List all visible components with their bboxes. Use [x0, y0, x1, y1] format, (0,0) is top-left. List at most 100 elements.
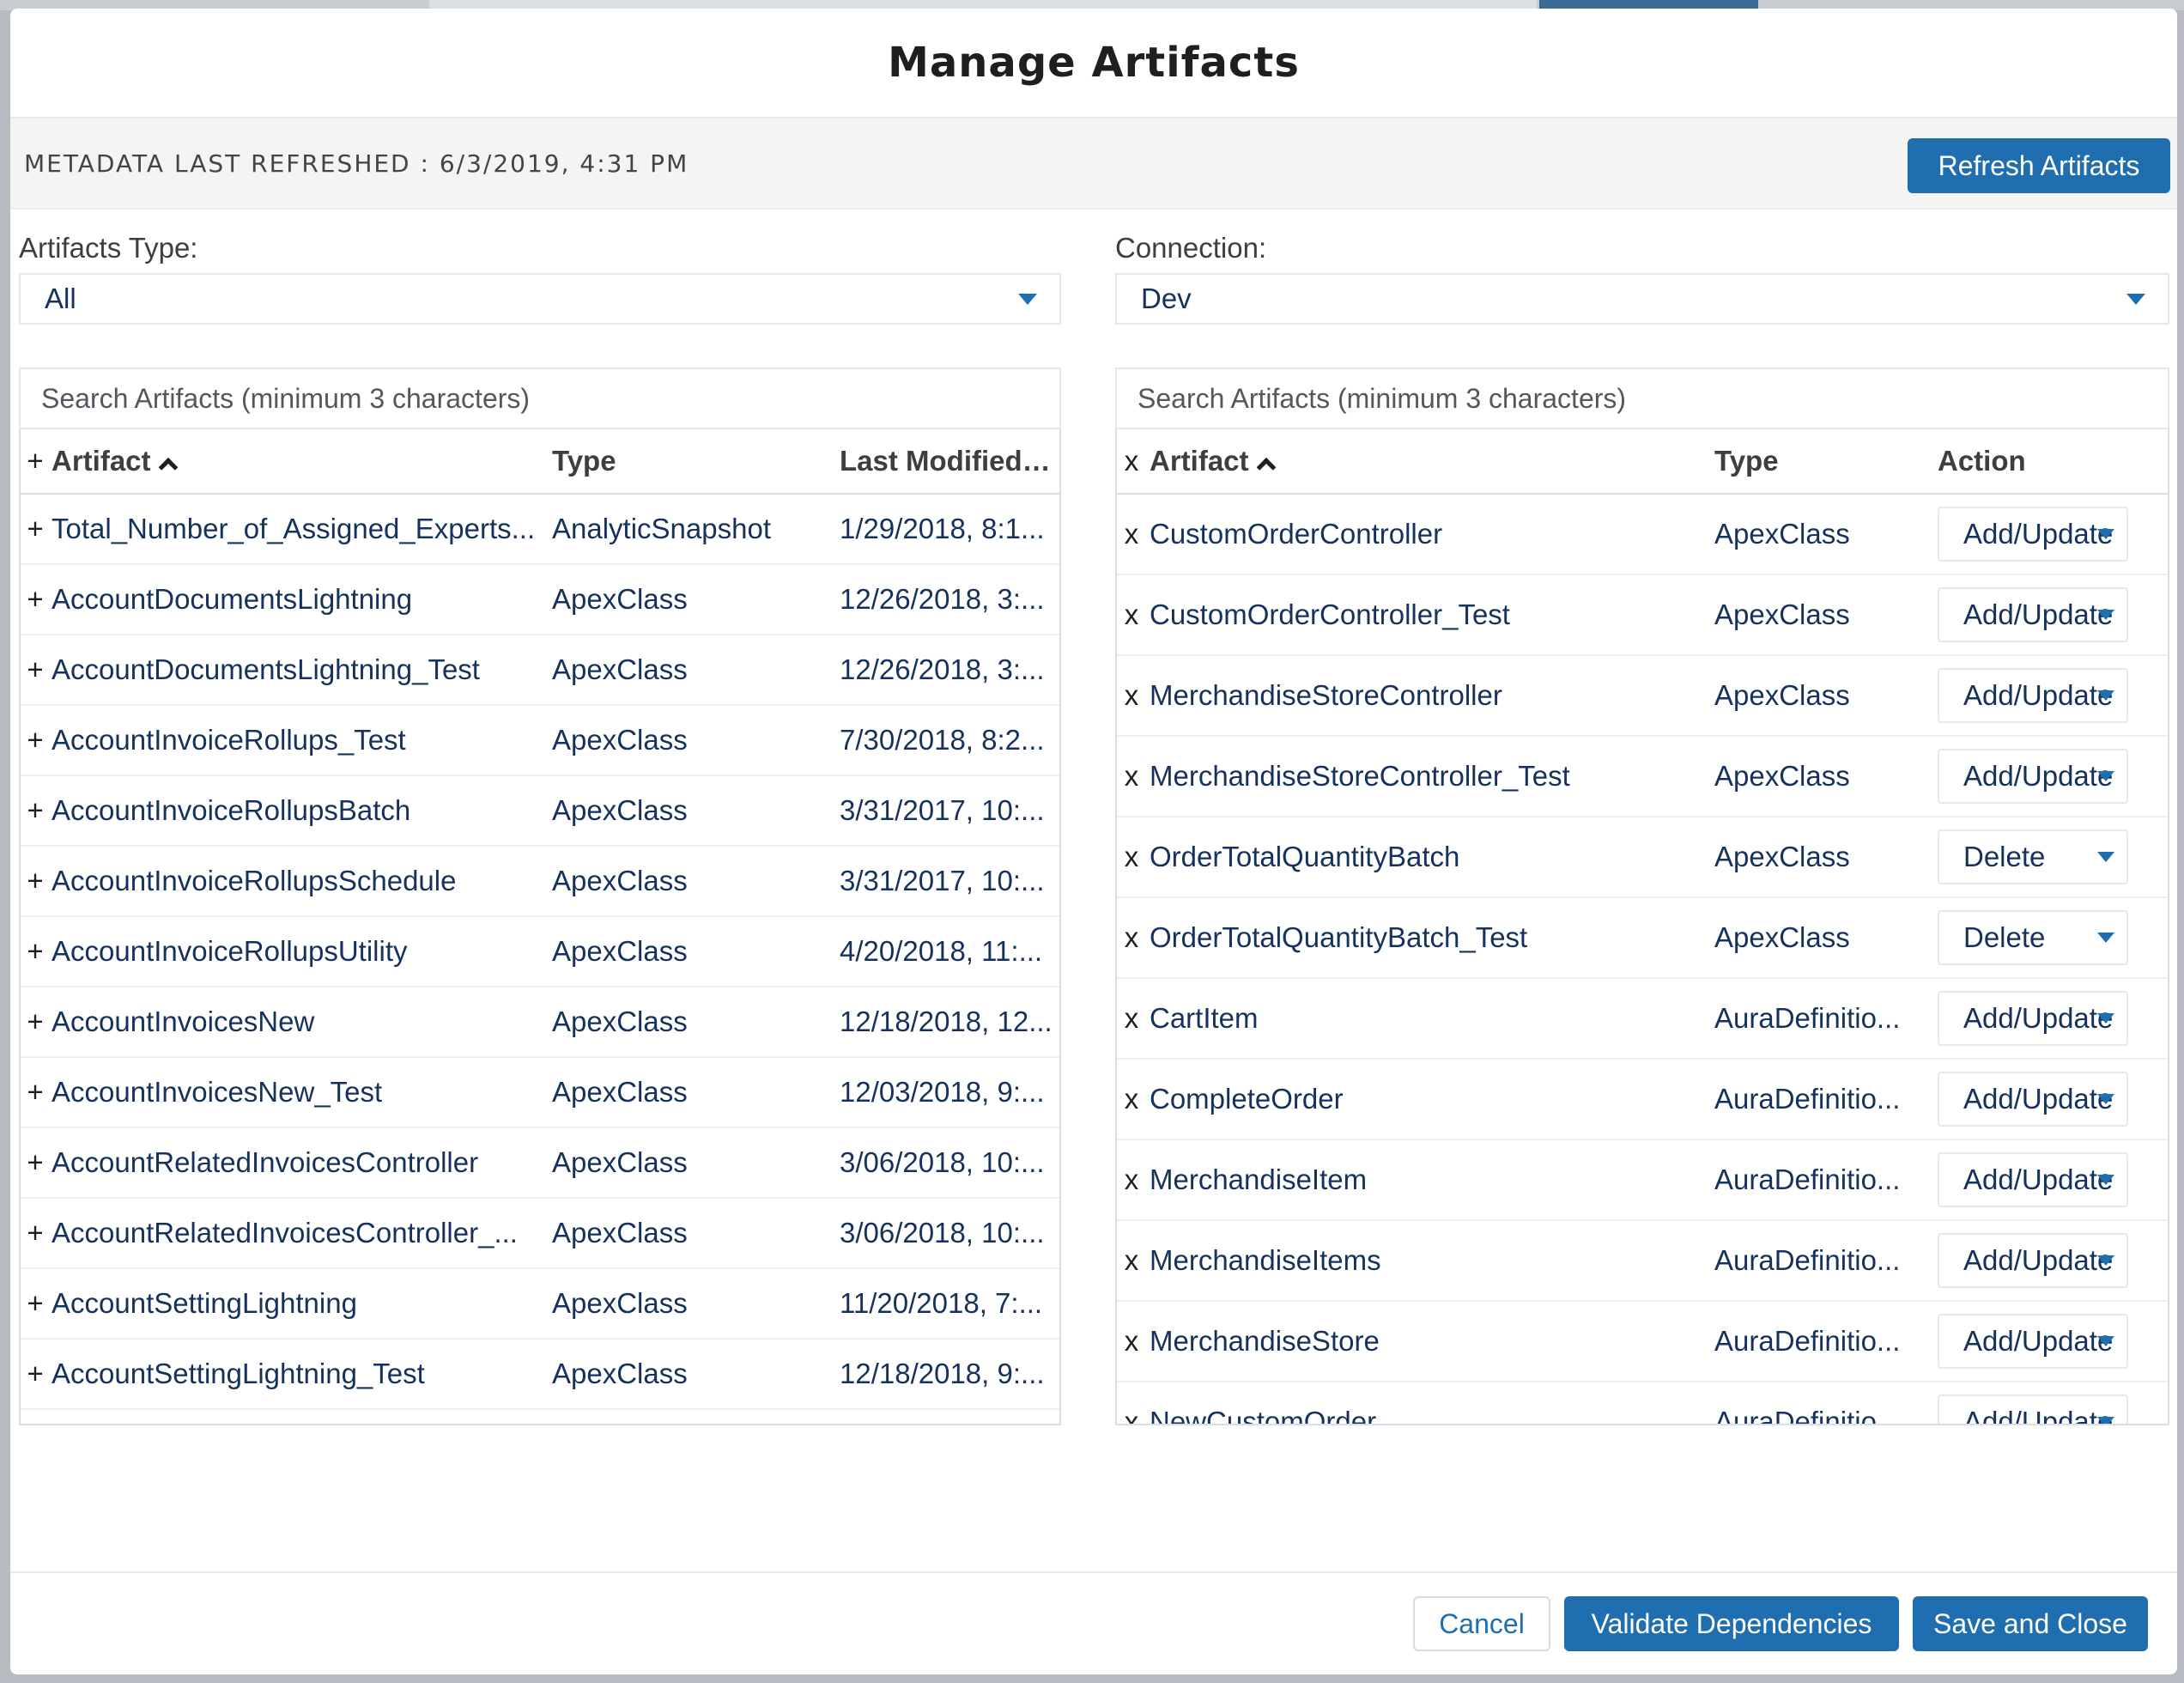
cancel-button[interactable]: Cancel — [1413, 1596, 1550, 1651]
chevron-down-icon — [1018, 293, 1037, 305]
add-artifact-icon[interactable]: + — [21, 1217, 50, 1249]
add-artifact-icon[interactable]: + — [21, 513, 50, 545]
action-select[interactable]: Delete — [1938, 829, 2128, 884]
validate-dependencies-button[interactable]: Validate Dependencies — [1564, 1596, 1899, 1651]
table-row: x CustomOrderController_Test ApexClass Add/… — [1117, 575, 2168, 656]
table-row: + AccountSettingLightning_Test ApexClass 12… — [21, 1340, 1059, 1410]
artifact-name: AccountInvoiceRollupsUtility — [52, 935, 408, 967]
right-table-body: x CustomOrderController ApexClass Add/Updat… — [1117, 495, 2168, 1425]
table-header: x Artifact Type Action — [1117, 429, 2168, 495]
add-artifact-icon[interactable]: + — [21, 794, 50, 827]
action-value: Delete — [1963, 841, 2046, 872]
artifacts-type-value: All — [45, 283, 76, 314]
action-cell: Add/Update — [1938, 749, 2128, 804]
column-header-artifact[interactable]: Artifact — [50, 445, 552, 477]
artifact-name: CartItem — [1150, 1002, 1259, 1034]
artifact-type: ApexClass — [552, 1217, 688, 1249]
add-artifact-icon[interactable]: + — [21, 1287, 50, 1320]
table-row: x OrderTotalQuantityBatch ApexClass Delete — [1117, 817, 2168, 898]
add-artifact-icon[interactable]: + — [21, 1006, 50, 1038]
refresh-artifacts-button[interactable]: Refresh Artifacts — [1908, 138, 2170, 193]
add-artifact-icon[interactable]: + — [21, 653, 50, 686]
add-artifact-icon[interactable]: + — [21, 935, 50, 968]
artifact-last-modified: 3/31/2017, 10:... — [840, 794, 1045, 826]
artifact-type: ApexClass — [1714, 518, 1850, 550]
column-header-artifact[interactable]: Artifact — [1146, 445, 1714, 477]
artifact-last-modified: 4/20/2018, 11:... — [840, 935, 1043, 967]
action-cell: Add/Update — [1938, 668, 2128, 723]
artifact-last-modified: 7/30/2018, 8:2... — [840, 724, 1045, 756]
remove-artifact-icon[interactable]: x — [1117, 1406, 1146, 1424]
save-and-close-button[interactable]: Save and Close — [1913, 1596, 2148, 1651]
right-search-box[interactable] — [1115, 368, 2169, 429]
artifact-name: AccountInvoiceRollupsBatch — [52, 794, 411, 826]
remove-artifact-icon[interactable]: x — [1117, 921, 1146, 954]
remove-artifact-icon[interactable]: x — [1117, 760, 1146, 793]
action-select[interactable]: Add/Update — [1938, 1072, 2128, 1127]
action-select[interactable]: Delete — [1938, 910, 2128, 965]
artifact-name: AccountDocumentsLightning — [52, 583, 413, 615]
column-header-action: Action — [1938, 445, 2026, 477]
artifact-last-modified: 3/31/2017, 10:... — [840, 865, 1045, 896]
action-select[interactable]: Add/Update — [1938, 991, 2128, 1046]
artifact-last-modified: 12/26/2018, 3:... — [840, 653, 1045, 685]
action-select[interactable]: Add/Update — [1938, 749, 2128, 804]
artifact-name: AccountInvoiceRollups_Test — [52, 724, 406, 756]
action-select[interactable]: Add/Update — [1938, 587, 2128, 642]
remove-artifact-icon[interactable]: x — [1117, 1083, 1146, 1115]
artifact-type: AuraDefinitio... — [1714, 1406, 1901, 1425]
artifacts-type-select[interactable]: All — [19, 273, 1061, 325]
column-header-type[interactable]: Type — [552, 445, 840, 477]
artifact-last-modified: 1/29/2018, 8:1... — [840, 513, 1045, 544]
add-artifact-icon[interactable]: + — [21, 1358, 50, 1390]
remove-artifact-icon[interactable]: x — [1117, 598, 1146, 631]
add-artifact-icon[interactable]: + — [21, 1146, 50, 1179]
metadata-refreshed-text: METADATA LAST REFRESHED : 6/3/2019, 4:31… — [24, 149, 689, 178]
action-select[interactable]: Add/Update — [1938, 1152, 2128, 1207]
remove-artifact-icon[interactable]: x — [1117, 841, 1146, 873]
artifact-name: AccountInvoiceRollupsSchedule — [52, 865, 457, 896]
remove-artifact-icon[interactable]: x — [1117, 1244, 1146, 1277]
chevron-down-icon — [2097, 610, 2114, 620]
chevron-down-icon — [2097, 771, 2114, 781]
available-artifacts-table: + Artifact Type Last Modified Date +Tota… — [19, 429, 1061, 1425]
selected-artifacts-pane: Connection: Dev x Artifact Type Action x… — [1115, 232, 2169, 1425]
chevron-down-icon — [2126, 293, 2145, 305]
artifact-name: MerchandiseStoreController — [1150, 679, 1502, 711]
column-header-type[interactable]: Type — [1714, 445, 1938, 477]
remove-artifact-icon[interactable]: x — [1117, 679, 1146, 712]
action-select[interactable]: Add/Update — [1938, 1394, 2128, 1424]
action-select[interactable]: Add/Update — [1938, 1233, 2128, 1288]
add-artifact-icon[interactable]: + — [21, 1076, 50, 1109]
right-search-input[interactable] — [1138, 382, 2147, 415]
sort-ascending-icon — [1256, 457, 1276, 477]
remove-artifact-icon[interactable]: x — [1117, 518, 1146, 550]
artifact-last-modified: 3/06/2018, 10:... — [840, 1217, 1045, 1249]
action-cell: Add/Update — [1938, 587, 2128, 642]
action-select[interactable]: Add/Update — [1938, 507, 2128, 562]
backdrop-nav-active — [1539, 0, 1758, 9]
action-select[interactable]: Add/Update — [1938, 1314, 2128, 1369]
artifact-type: AnalyticSnapshot — [552, 513, 771, 544]
add-artifact-icon[interactable]: + — [21, 865, 50, 897]
artifact-type: ApexClass — [552, 1006, 688, 1037]
connection-select[interactable]: Dev — [1115, 273, 2169, 325]
left-search-box[interactable] — [19, 368, 1061, 429]
add-all-icon[interactable]: + — [21, 445, 50, 477]
artifact-type: ApexClass — [552, 653, 688, 685]
table-row: x NewCustomOrder AuraDefinitio... Add/Updat… — [1117, 1382, 2168, 1425]
action-select[interactable]: Add/Update — [1938, 668, 2128, 723]
modal-header: Manage Artifacts — [10, 9, 2177, 118]
add-artifact-icon[interactable]: + — [21, 583, 50, 616]
artifact-name: AccountSettingLightning — [52, 1287, 357, 1319]
artifact-last-modified: 3/06/2018, 10:... — [840, 1146, 1045, 1178]
add-artifact-icon[interactable]: + — [21, 724, 50, 756]
table-row: x MerchandiseStoreController ApexClass Add/… — [1117, 656, 2168, 737]
column-header-last-modified[interactable]: Last Modified Date — [840, 445, 1054, 477]
left-search-input[interactable] — [41, 382, 1039, 415]
connection-value: Dev — [1141, 283, 1192, 314]
remove-artifact-icon[interactable]: x — [1117, 1002, 1146, 1035]
remove-all-icon[interactable]: x — [1117, 445, 1146, 477]
remove-artifact-icon[interactable]: x — [1117, 1325, 1146, 1358]
remove-artifact-icon[interactable]: x — [1117, 1164, 1146, 1196]
